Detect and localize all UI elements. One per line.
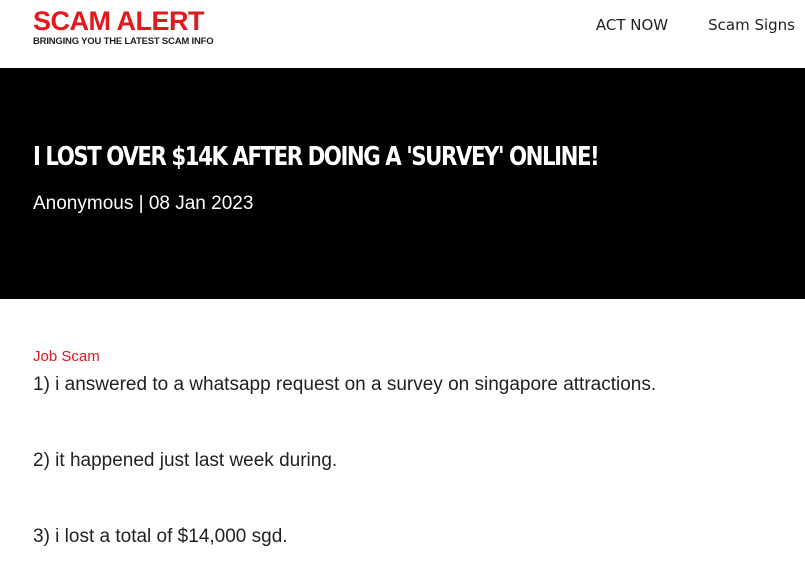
article-paragraph: 3) i lost a total of $14,000 sgd.: [33, 526, 288, 547]
site-logo[interactable]: SCAM ALERT BRINGING YOU THE LATEST SCAM …: [33, 6, 214, 47]
nav-link-scam-signs[interactable]: Scam Signs: [708, 16, 795, 34]
nav-link-act-now[interactable]: ACT NOW: [596, 16, 668, 34]
main-nav: ACT NOW Scam Signs: [596, 16, 805, 34]
article-paragraph: 2) it happened just last week during.: [33, 450, 338, 471]
site-header: SCAM ALERT BRINGING YOU THE LATEST SCAM …: [0, 0, 805, 68]
page: SCAM ALERT BRINGING YOU THE LATEST SCAM …: [0, 0, 805, 578]
article-title: I lost over $14k after doing a 'survey' …: [33, 142, 600, 172]
article-paragraph: 1) i answered to a whatsapp request on a…: [33, 374, 657, 395]
category-link[interactable]: Job Scam: [33, 348, 100, 366]
article-byline: Anonymous | 08 Jan 2023: [33, 193, 254, 214]
logo-title: SCAM ALERT: [33, 6, 205, 36]
article-body: Job Scam 1) i answered to a whatsapp req…: [33, 348, 773, 548]
logo-tagline: BRINGING YOU THE LATEST SCAM INFO: [33, 36, 214, 47]
hero-banner: I lost over $14k after doing a 'survey' …: [0, 68, 805, 299]
